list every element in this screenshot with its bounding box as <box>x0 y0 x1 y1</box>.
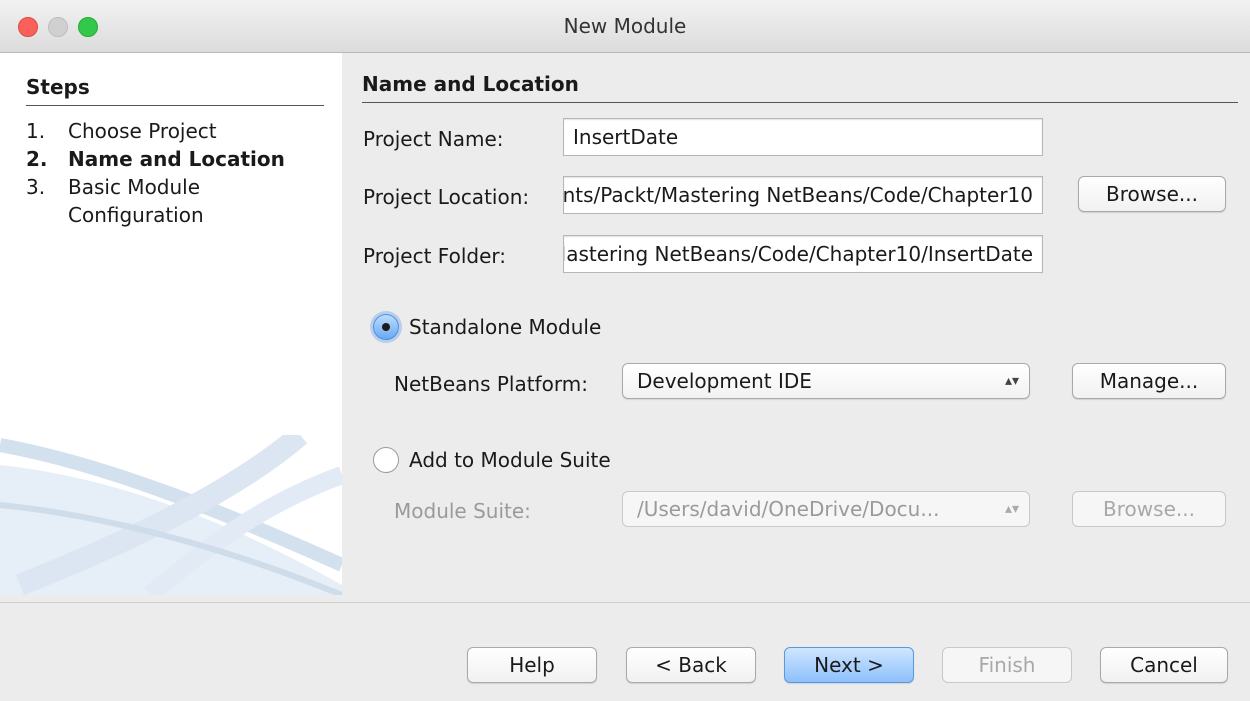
project-folder-value: /Users/david/OneDrive/Documents/Packt/Ma… <box>564 242 1033 266</box>
next-button[interactable]: Next > <box>784 647 914 683</box>
project-name-label: Project Name: <box>363 127 504 151</box>
project-location-input[interactable]: /Users/david/OneDrive/Documents/Packt/Ma… <box>563 176 1043 214</box>
manage-platforms-button[interactable]: Manage... <box>1072 363 1226 399</box>
browse-location-button[interactable]: Browse... <box>1078 176 1226 212</box>
module-suite-select[interactable]: /Users/david/OneDrive/Docu... ▴▾ <box>622 491 1030 527</box>
step-basic-module-configuration: 3. Basic Module <box>26 173 326 201</box>
module-suite-value: /Users/david/OneDrive/Docu... <box>637 497 940 521</box>
step-number: 1. <box>26 119 46 143</box>
help-button[interactable]: Help <box>467 647 597 683</box>
window-title: New Module <box>563 14 687 38</box>
step-label: Name and Location <box>68 147 285 171</box>
project-name-value: InsertDate <box>573 125 679 149</box>
steps-list: 1. Choose Project 2. Name and Location 3… <box>26 117 326 229</box>
project-name-input[interactable]: InsertDate <box>563 118 1043 156</box>
step-number: 2. <box>26 147 48 171</box>
cancel-button[interactable]: Cancel <box>1100 647 1228 683</box>
step-label: Choose Project <box>68 119 217 143</box>
netbeans-platform-value: Development IDE <box>637 369 812 393</box>
project-folder-label: Project Folder: <box>363 244 506 268</box>
steps-heading: Steps <box>26 75 324 106</box>
title-bar: New Module <box>0 0 1250 53</box>
step-basic-module-configuration-cont: Configuration <box>26 201 326 229</box>
step-number <box>26 201 68 229</box>
add-to-module-suite-radio[interactable] <box>373 447 399 473</box>
project-location-value: /Users/david/OneDrive/Documents/Packt/Ma… <box>563 183 1033 207</box>
netbeans-platform-select[interactable]: Development IDE ▴▾ <box>622 363 1030 399</box>
netbeans-swoosh-graphic <box>0 435 342 595</box>
standalone-module-label[interactable]: Standalone Module <box>409 315 601 339</box>
back-button[interactable]: < Back <box>626 647 756 683</box>
project-location-label: Project Location: <box>363 185 530 209</box>
standalone-module-radio[interactable] <box>373 314 399 340</box>
netbeans-platform-label: NetBeans Platform: <box>394 372 588 396</box>
section-heading: Name and Location <box>362 72 1238 103</box>
step-label: Configuration <box>68 203 204 227</box>
browse-suite-button[interactable]: Browse... <box>1072 491 1226 527</box>
steps-panel: Steps 1. Choose Project 2. Name and Loca… <box>0 53 342 595</box>
step-choose-project: 1. Choose Project <box>26 117 326 145</box>
module-suite-label: Module Suite: <box>394 499 531 523</box>
step-name-and-location: 2. Name and Location <box>26 145 326 173</box>
finish-button[interactable]: Finish <box>942 647 1072 683</box>
step-number: 3. <box>26 175 46 199</box>
add-to-module-suite-label[interactable]: Add to Module Suite <box>409 448 611 472</box>
updown-arrows-icon: ▴▾ <box>1004 501 1019 517</box>
step-label: Basic Module <box>68 175 201 199</box>
updown-arrows-icon: ▴▾ <box>1004 373 1019 389</box>
project-folder-field[interactable]: /Users/david/OneDrive/Documents/Packt/Ma… <box>563 235 1043 273</box>
footer-separator <box>0 602 1250 603</box>
